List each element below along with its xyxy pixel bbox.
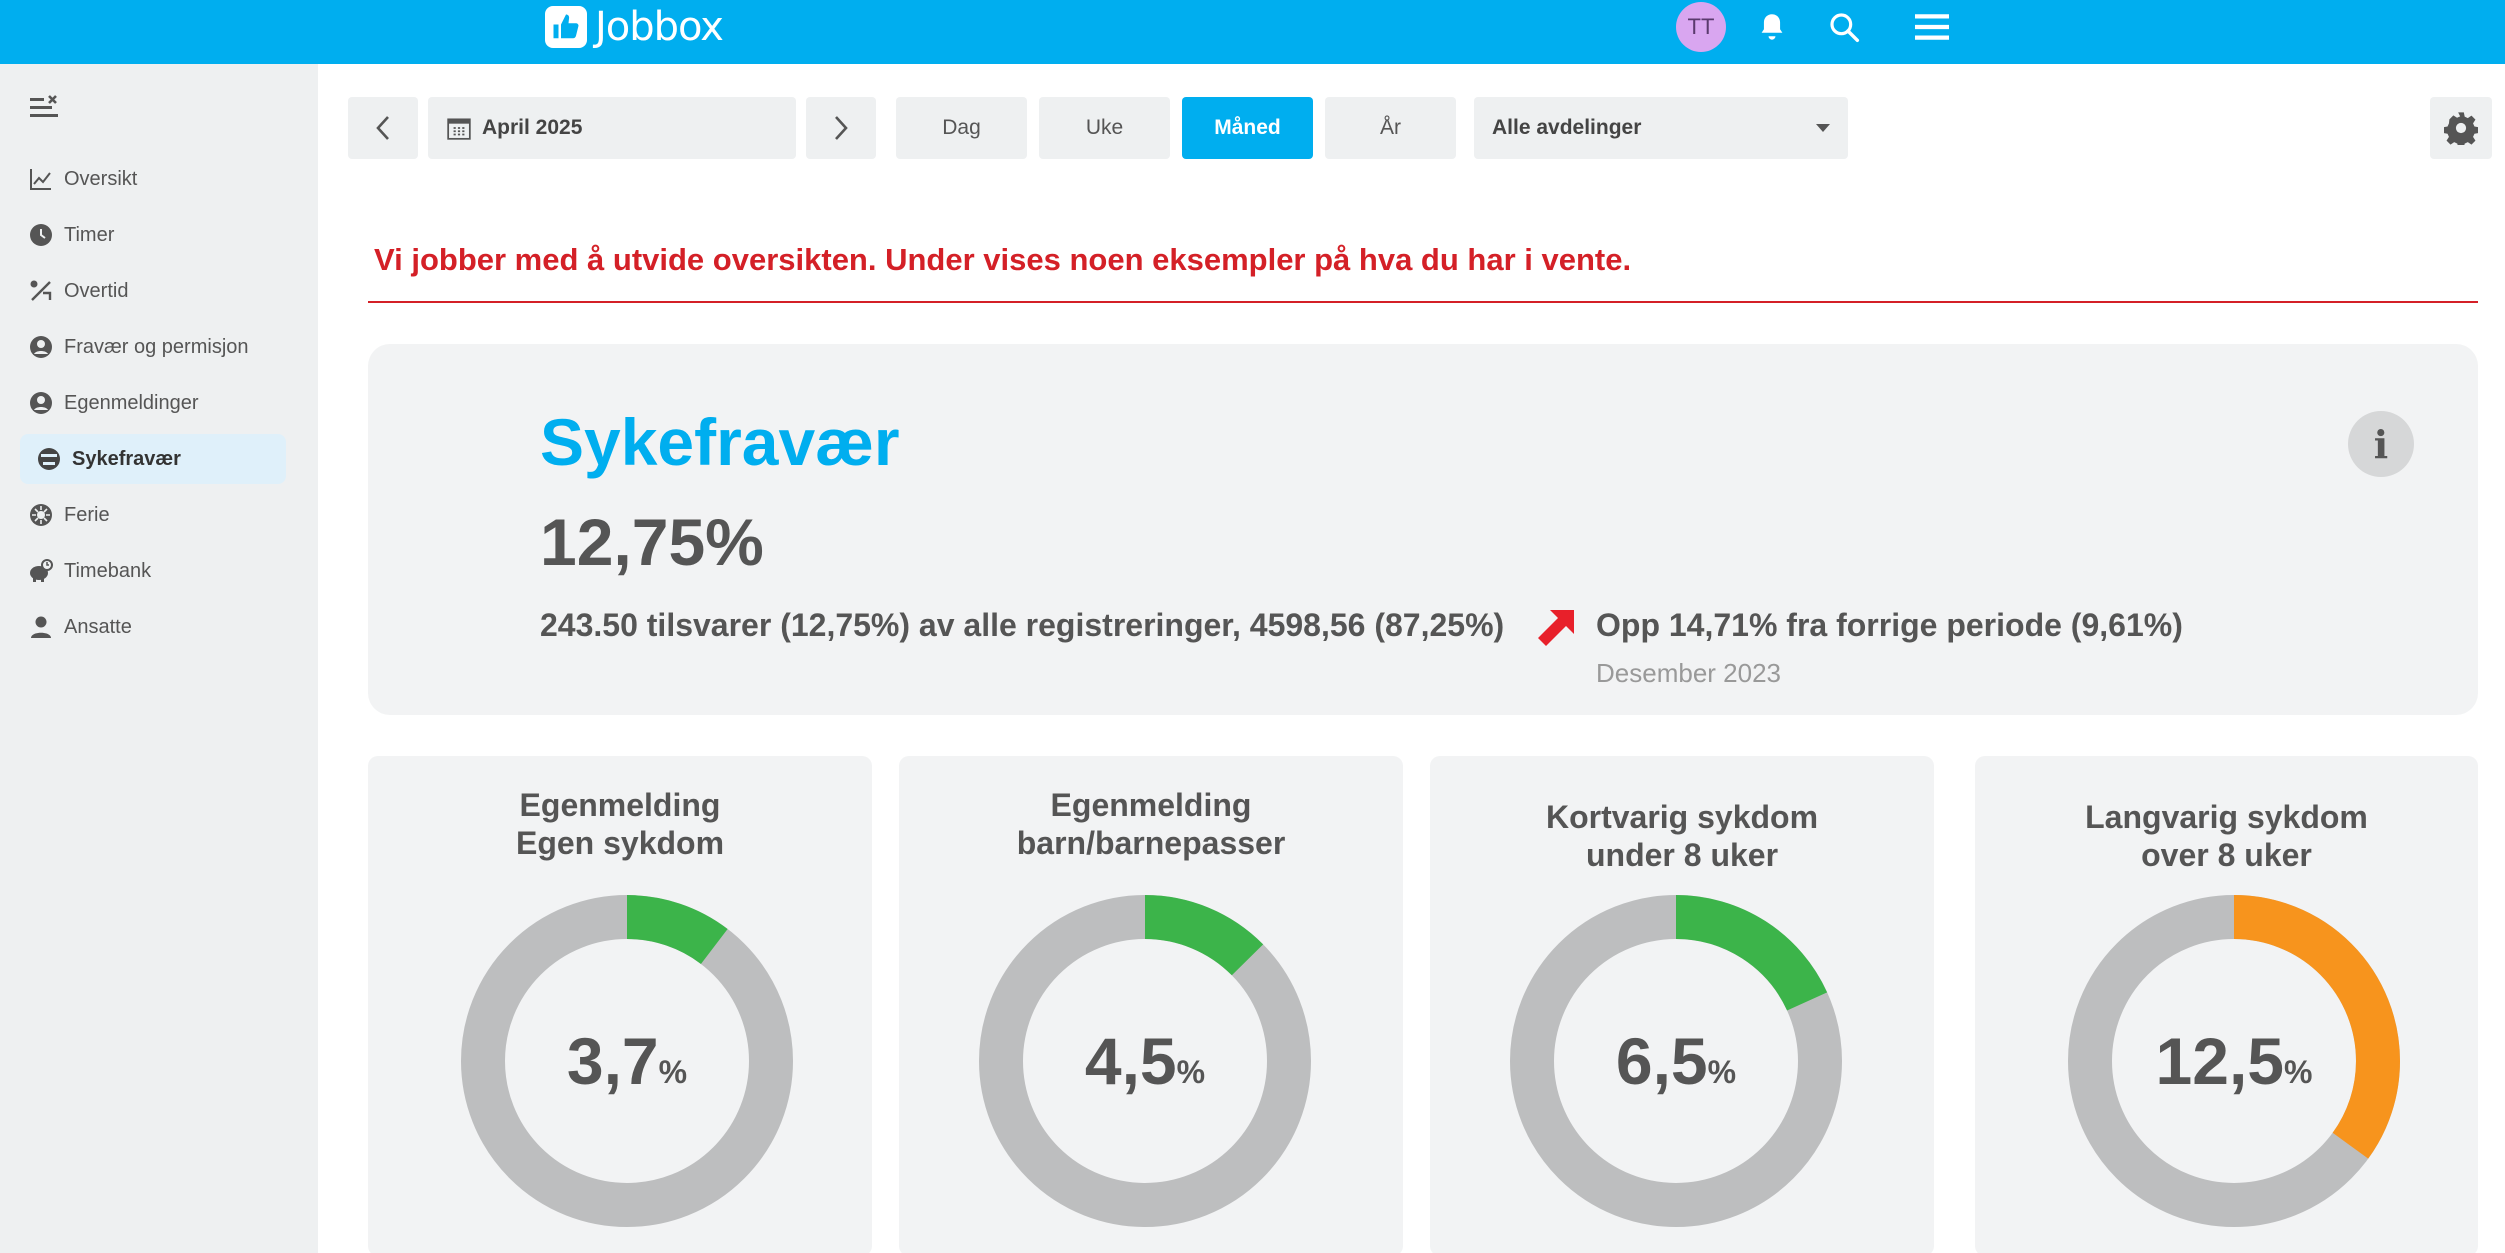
donut-card-barn: Egenmelding barn/barnepasser 4,5%: [899, 756, 1403, 1253]
line-chart-icon: [28, 166, 54, 192]
donut-chart: 4,5%: [978, 894, 1312, 1228]
sick-face-icon: [36, 446, 62, 472]
donut-card-title: Kortvarig sykdom under 8 uker: [1430, 798, 1934, 874]
jobbox-logo[interactable]: Jobbox: [545, 4, 724, 50]
donut-card-title-line2: over 8 uker: [2141, 837, 2312, 873]
sun-icon: [28, 502, 54, 528]
donut-card-kortvarig: Kortvarig sykdom under 8 uker 6,5%: [1430, 756, 1934, 1253]
sidebar-item-label: Fravær og permisjon: [64, 335, 249, 358]
chevron-left-icon: [376, 116, 389, 140]
donut-value-number: 4,5: [1084, 1024, 1177, 1098]
user-circle-icon: [28, 390, 54, 416]
sidebar-item-ansatte[interactable]: Ansatte: [20, 602, 286, 652]
tab-maned[interactable]: Måned: [1182, 97, 1313, 159]
sidebar-item-overtid[interactable]: Overtid: [20, 266, 286, 316]
hamburger-menu-icon[interactable]: [1914, 9, 1950, 45]
logo-text: Jobbox: [595, 4, 724, 50]
sidebar-item-sykefravaer[interactable]: Sykefravær: [20, 434, 286, 484]
donut-card-title-line1: Langvarig sykdom: [2085, 799, 2368, 835]
donut-value-unit: %: [2284, 1053, 2313, 1090]
sidebar-item-fravaer[interactable]: Fravær og permisjon: [20, 322, 286, 372]
sidebar-item-label: Egenmeldinger: [64, 391, 199, 414]
sidebar-nav: Oversikt Timer Overtid Fravær og permisj…: [20, 154, 286, 658]
chevron-right-icon: [835, 116, 848, 140]
calendar-icon: [447, 118, 471, 140]
sidebar: Oversikt Timer Overtid Fravær og permisj…: [0, 64, 318, 1253]
caret-down-icon: [1816, 124, 1830, 132]
donut-value: 6,5%: [1509, 894, 1843, 1228]
sidebar-item-timer[interactable]: Timer: [20, 210, 286, 260]
date-picker-button[interactable]: April 2025: [428, 97, 796, 159]
settings-button[interactable]: [2430, 97, 2492, 159]
donut-card-title-line2: barn/barnepasser: [1016, 825, 1286, 861]
next-period-button[interactable]: [806, 97, 876, 159]
sidebar-item-timebank[interactable]: Timebank: [20, 546, 286, 596]
avatar[interactable]: TT: [1676, 2, 1726, 52]
summary-description: 243.50 tilsvarer (12,75%) av alle regist…: [540, 607, 1505, 643]
sidebar-item-label: Timebank: [64, 559, 152, 582]
donut-card-egen-sykdom: Egenmelding Egen sykdom 3,7%: [368, 756, 872, 1253]
donut-card-title-line1: Egenmelding: [519, 787, 721, 823]
tab-dag[interactable]: Dag: [896, 97, 1027, 159]
donut-value-number: 12,5: [2155, 1024, 2284, 1098]
summary-change: Opp 14,71% fra forrige periode (9,61%): [1596, 607, 2183, 643]
department-select[interactable]: Alle avdelinger: [1474, 97, 1848, 159]
summary-card: Sykefravær 12,75% 243.50 tilsvarer (12,7…: [368, 344, 2478, 715]
sidebar-item-label: Sykefravær: [72, 447, 181, 470]
donut-chart: 6,5%: [1509, 894, 1843, 1228]
donut-card-title: Egenmelding barn/barnepasser: [899, 786, 1403, 862]
date-label: April 2025: [482, 116, 583, 139]
sidebar-item-label: Oversikt: [64, 167, 138, 190]
donut-card-title: Langvarig sykdom over 8 uker: [1975, 798, 2478, 874]
search-icon[interactable]: [1826, 9, 1862, 45]
donut-chart: 12,5%: [2067, 894, 2401, 1228]
overtime-icon: [28, 278, 54, 304]
clock-icon: [28, 222, 54, 248]
sidebar-item-label: Timer: [64, 223, 115, 246]
user-circle-icon: [28, 334, 54, 360]
donut-value: 3,7%: [460, 894, 794, 1228]
bell-icon[interactable]: [1754, 9, 1790, 45]
collapse-sidebar-icon[interactable]: [28, 94, 62, 124]
piggy-bank-icon: [28, 558, 54, 584]
donut-value: 12,5%: [2067, 894, 2401, 1228]
department-select-value: Alle avdelinger: [1492, 116, 1642, 139]
sidebar-item-ferie[interactable]: Ferie: [20, 490, 286, 540]
info-banner-text: Vi jobber med å utvide oversikten. Under…: [374, 242, 1632, 277]
banner-divider: [368, 301, 2478, 303]
tab-ar[interactable]: År: [1325, 97, 1456, 159]
top-bar: Jobbox TT: [0, 0, 2505, 64]
summary-previous-period: Desember 2023: [1596, 658, 1781, 688]
sidebar-item-label: Ansatte: [64, 615, 132, 638]
donut-value-unit: %: [1707, 1053, 1737, 1090]
previous-period-button[interactable]: [348, 97, 418, 159]
sidebar-item-oversikt[interactable]: Oversikt: [20, 154, 286, 204]
arrow-up-right-icon: [1534, 606, 1578, 650]
thumbs-up-icon: [545, 6, 587, 48]
donut-card-langvarig: Langvarig sykdom over 8 uker 12,5%: [1975, 756, 2478, 1253]
person-icon: [28, 614, 54, 640]
sidebar-item-label: Ferie: [64, 503, 110, 526]
donut-value: 4,5%: [978, 894, 1312, 1228]
donut-value-unit: %: [658, 1053, 688, 1090]
donut-card-title-line2: Egen sykdom: [515, 825, 725, 861]
summary-value: 12,75%: [540, 505, 764, 579]
info-icon[interactable]: i: [2348, 411, 2414, 477]
donut-chart: 3,7%: [460, 894, 794, 1228]
donut-value-number: 6,5: [1615, 1024, 1708, 1098]
donut-card-title-line1: Egenmelding: [1050, 787, 1252, 823]
donut-card-title: Egenmelding Egen sykdom: [368, 786, 872, 862]
sidebar-item-egenmeldinger[interactable]: Egenmeldinger: [20, 378, 286, 428]
summary-title: Sykefravær: [540, 405, 900, 479]
sidebar-item-label: Overtid: [64, 279, 129, 302]
donut-value-unit: %: [1176, 1053, 1206, 1090]
tab-uke[interactable]: Uke: [1039, 97, 1170, 159]
donut-card-title-line2: under 8 uker: [1585, 837, 1779, 873]
gear-icon: [2444, 112, 2478, 145]
donut-value-number: 3,7: [566, 1024, 659, 1098]
donut-card-title-line1: Kortvarig sykdom: [1545, 799, 1819, 835]
